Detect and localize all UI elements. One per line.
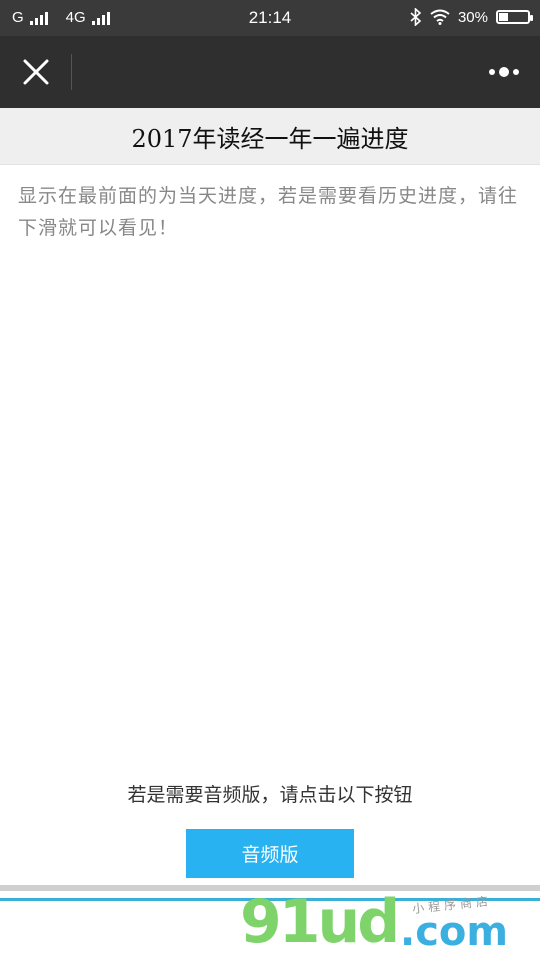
audio-version-button[interactable]: 音频版 bbox=[186, 829, 354, 878]
wifi-icon bbox=[430, 9, 450, 25]
nav-divider bbox=[71, 54, 72, 90]
battery-fill bbox=[499, 13, 508, 21]
intro-text: 显示在最前面的为当天进度，若是需要看历史进度，请往下滑就可以看见！ bbox=[18, 185, 519, 239]
close-icon[interactable] bbox=[20, 56, 52, 88]
battery-icon bbox=[496, 10, 533, 24]
status-right: 30% bbox=[410, 8, 533, 26]
watermark-main: 91ud bbox=[240, 887, 400, 957]
page-title: 2017年读经一年一遍进度 bbox=[131, 124, 409, 153]
battery-percent: 30% bbox=[457, 8, 488, 26]
status-bar: G 4G 21:14 30% bbox=[0, 0, 540, 36]
audio-prompt: 若是需要音频版，请点击以下按钮 bbox=[127, 784, 413, 806]
top-nav bbox=[0, 36, 540, 108]
bluetooth-icon bbox=[410, 8, 422, 26]
watermark-logo: 91ud .com 小程序商店 bbox=[240, 890, 540, 960]
more-dots-icon[interactable] bbox=[486, 62, 522, 82]
page-title-bar: 2017年读经一年一遍进度 bbox=[0, 108, 540, 165]
